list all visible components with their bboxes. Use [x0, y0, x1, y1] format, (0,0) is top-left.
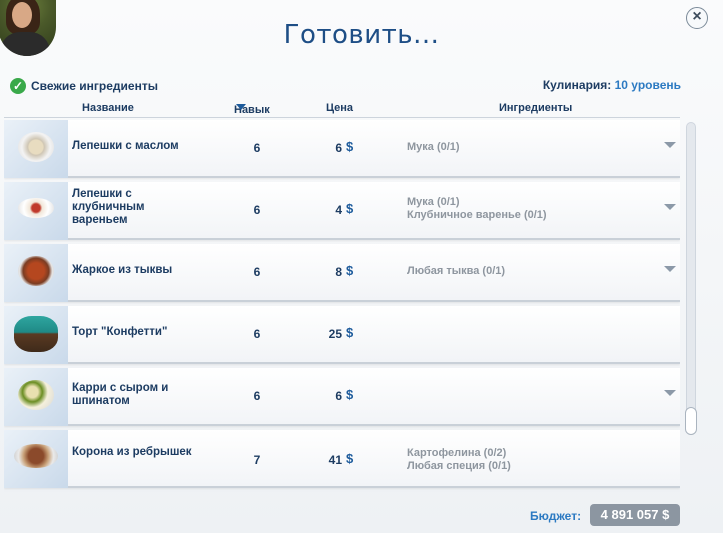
recipe-ingredients: Картофелина (0/2) Любая специя (0/1)	[407, 447, 647, 473]
recipe-skill: 6	[253, 265, 261, 279]
ingredient-line: Любая специя (0/1)	[407, 460, 511, 472]
ingredient-line: Картофелина (0/2)	[407, 447, 507, 459]
recipe-name: Лепешки с маслом	[72, 140, 179, 152]
simoleon-icon: $	[346, 451, 354, 466]
skill-level: 10 уровень	[614, 78, 681, 92]
pumpkin-stew-icon	[18, 256, 54, 286]
recipe-ingredients: Любая тыква (0/1)	[407, 265, 647, 278]
recipe-skill: 6	[253, 389, 261, 403]
skill-label: Кулинария:	[542, 78, 612, 92]
dish-thumbnail	[4, 306, 68, 364]
recipe-price: 4	[335, 203, 342, 217]
ingredient-line: Любая тыква (0/1)	[407, 265, 506, 277]
recipe-name: Карри с сыром и шпинатом	[72, 382, 169, 407]
fresh-ingredients-label: Свежие ингредиенты	[31, 79, 158, 93]
cook-dialog: Готовить... × ✓ Свежие ингредиенты Кулин…	[0, 0, 723, 533]
dish-thumbnail	[4, 368, 68, 426]
recipe-row[interactable]: Карри с сыром и шпинатом 6 6 $	[4, 368, 680, 426]
dialog-title: Готовить...	[283, 20, 440, 50]
dish-thumbnail	[4, 120, 68, 178]
recipe-row[interactable]: Лепешки с маслом 6 6 $ Мука (0/1)	[4, 120, 680, 178]
simoleon-icon: $	[346, 325, 354, 340]
recipe-name: Жаркое из тыквы	[72, 264, 173, 276]
pancakes-butter-icon	[18, 132, 54, 162]
simoleon-icon: $	[346, 387, 354, 402]
ingredient-line: Мука (0/1)	[407, 141, 460, 153]
column-name[interactable]: Название	[82, 102, 134, 114]
recipe-price: 6	[335, 389, 342, 403]
chevron-down-icon[interactable]	[664, 266, 676, 272]
recipe-list[interactable]: Лепешки с маслом 6 6 $ Мука (0/1) Лепешк…	[4, 120, 680, 492]
recipe-row[interactable]: Жаркое из тыквы 6 8 $ Любая тыква (0/1)	[4, 244, 680, 302]
recipe-row[interactable]: Торт "Конфетти" 6 25 $	[4, 306, 680, 364]
recipe-skill: 7	[253, 453, 261, 467]
recipe-skill: 6	[253, 327, 261, 341]
recipe-skill: 6	[253, 203, 261, 217]
simoleon-icon: $	[346, 263, 354, 278]
budget-value: 4 891 057 $	[590, 504, 680, 526]
scrollbar-track[interactable]	[686, 122, 696, 435]
rib-crown-icon	[14, 444, 58, 468]
cooking-skill-info: Кулинария: 10 уровень	[543, 78, 681, 92]
column-price[interactable]: Цена	[326, 102, 353, 114]
column-headers: Название Навык Цена Ингредиенты	[4, 100, 680, 118]
recipe-price: 41	[328, 453, 342, 467]
recipe-ingredients: Мука (0/1)	[407, 141, 647, 154]
recipe-name: Лепешки с клубничным вареньем	[72, 188, 145, 226]
chevron-down-icon[interactable]	[664, 142, 676, 148]
recipe-price: 6	[335, 141, 342, 155]
check-icon: ✓	[10, 78, 26, 94]
recipe-skill: 6	[253, 141, 261, 155]
recipe-name: Торт "Конфетти"	[72, 326, 168, 338]
close-button[interactable]: ×	[686, 7, 708, 29]
dish-thumbnail	[4, 182, 68, 240]
budget-label: Бюджет:	[530, 509, 582, 523]
recipe-row[interactable]: Корона из ребрышек 7 41 $ Картофелина (0…	[4, 430, 680, 488]
scrollbar-thumb[interactable]	[685, 407, 697, 435]
confetti-cake-icon	[14, 316, 58, 352]
dish-thumbnail	[4, 430, 68, 488]
simoleon-icon: $	[346, 201, 354, 216]
sort-down-icon	[236, 104, 246, 110]
chevron-down-icon[interactable]	[664, 204, 676, 210]
ingredient-line: Мука (0/1)	[407, 196, 460, 208]
recipe-price: 8	[335, 265, 342, 279]
recipe-ingredients: Мука (0/1) Клубничное варенье (0/1)	[407, 196, 647, 222]
simoleon-icon: $	[346, 139, 354, 154]
chevron-down-icon[interactable]	[664, 390, 676, 396]
recipe-row[interactable]: Лепешки с клубничным вареньем 6 4 $ Мука…	[4, 182, 680, 240]
column-ingredients: Ингредиенты	[499, 102, 573, 114]
dish-thumbnail	[4, 244, 68, 302]
spinach-curry-icon	[18, 380, 54, 410]
fresh-ingredients-toggle[interactable]: ✓ Свежие ингредиенты	[10, 77, 158, 95]
ingredient-line: Клубничное варенье (0/1)	[407, 209, 547, 221]
recipe-name: Корона из ребрышек	[72, 446, 192, 458]
recipe-price: 25	[328, 327, 342, 341]
pancakes-jam-icon	[18, 198, 54, 218]
